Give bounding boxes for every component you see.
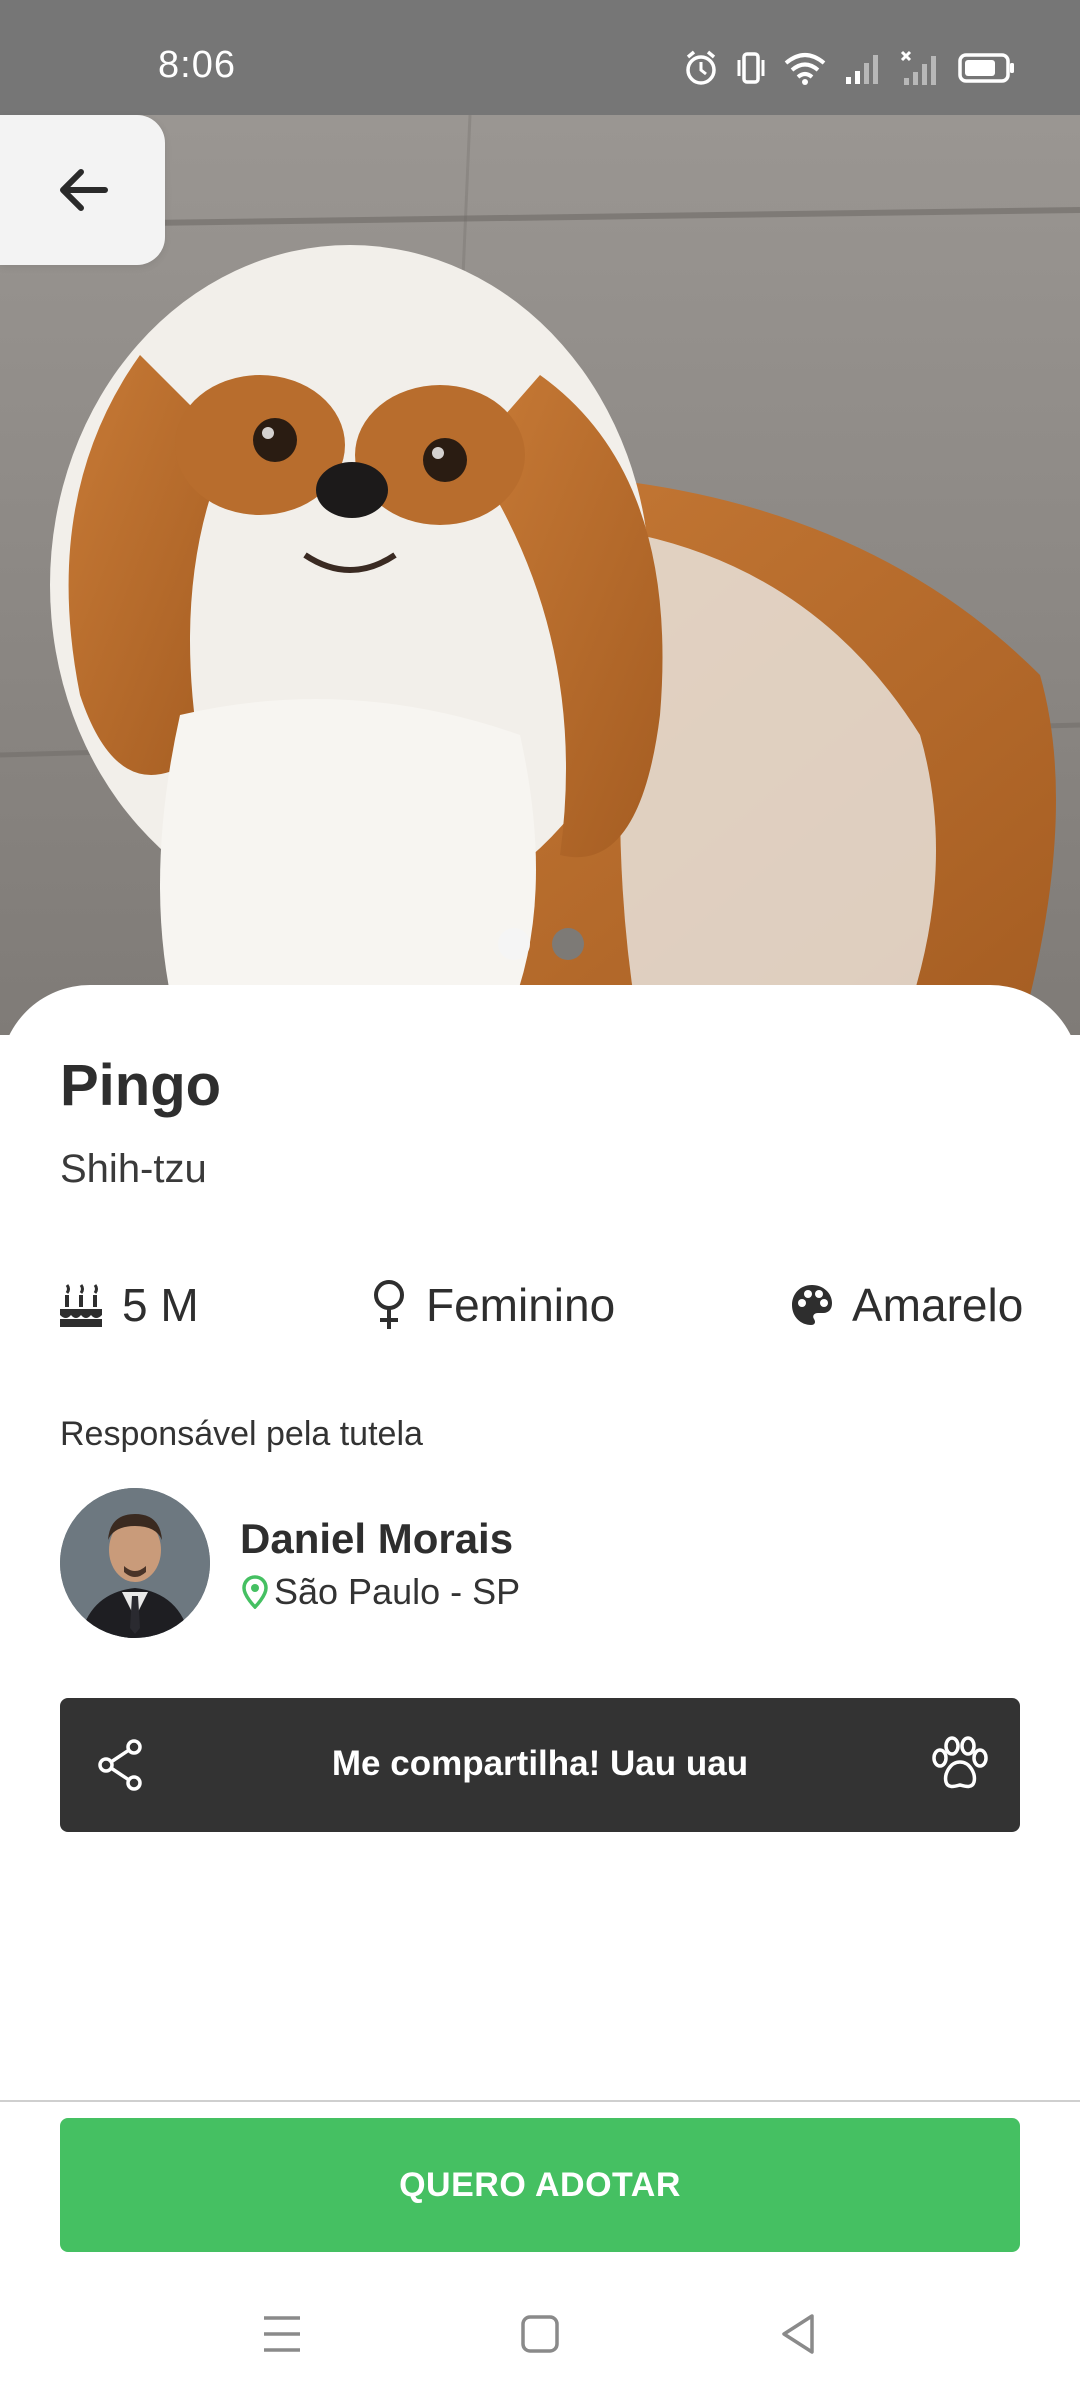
carousel-dot-1[interactable] [498,928,530,960]
vibrate-icon [736,50,766,86]
location-pin-icon [242,1575,268,1609]
carousel-dots [498,928,584,960]
status-time: 8:06 [158,44,236,86]
share-label: Me compartilha! Uau uau [331,1744,749,1783]
signal-no-service-icon [900,50,940,86]
home-nav-icon[interactable] [520,2312,560,2361]
pet-name: Pingo [60,1053,222,1118]
carousel-dot-2[interactable] [552,928,584,960]
pet-sex-value: Feminino [426,1279,616,1331]
share-button[interactable]: Me compartilha! Uau uau [60,1698,1020,1832]
menu-nav-icon[interactable] [262,2312,302,2361]
palette-icon [790,1283,834,1327]
pet-sex: Feminino [370,1275,615,1335]
pet-photo[interactable] [0,115,1080,1035]
signal-icon [844,51,882,85]
pet-color-value: Amarelo [852,1279,1024,1331]
status-bar: 8:06 [0,0,1080,115]
pet-color: Amarelo [790,1275,1023,1335]
guardian-avatar[interactable] [60,1488,210,1638]
guardian-label: Responsável pela tutela [60,1415,423,1453]
system-nav-bar [0,2270,1080,2400]
guardian-location-text: São Paulo - SP [274,1571,521,1612]
adopt-button[interactable]: QUERO ADOTAR [60,2118,1020,2252]
wifi-icon [784,51,826,85]
birthday-cake-icon [58,1281,104,1329]
back-nav-icon[interactable] [778,2312,818,2361]
back-button[interactable] [0,115,165,265]
arrow-left-icon [59,169,108,211]
guardian-location: São Paulo - SP [242,1571,520,1613]
pet-breed: Shih-tzu [60,1147,207,1191]
footer-divider [0,2100,1080,2102]
pet-age: 5 M [58,1275,199,1335]
battery-icon [958,52,1016,84]
pet-age-value: 5 M [122,1279,199,1331]
paw-icon [930,1736,990,1797]
female-icon [370,1279,408,1331]
status-icons [684,46,1016,90]
guardian-name: Daniel Morais [240,1515,514,1562]
alarm-icon [684,50,718,86]
